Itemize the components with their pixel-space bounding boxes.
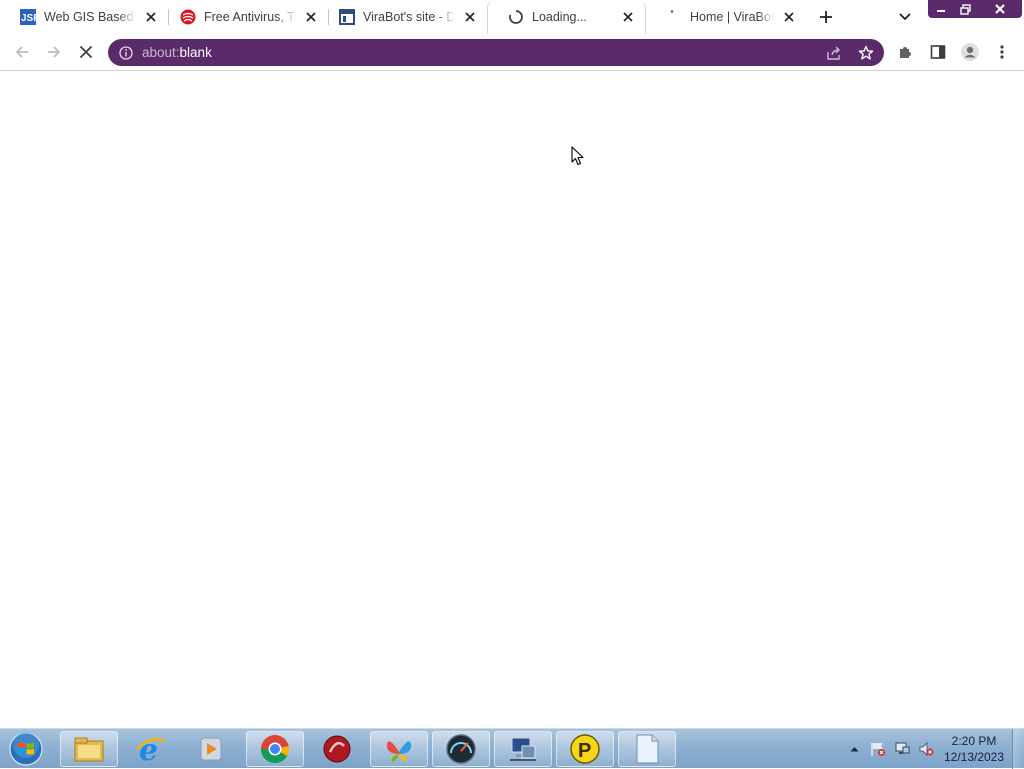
star-icon: [858, 45, 874, 60]
close-tab-icon[interactable]: [780, 8, 798, 26]
red-circle-app-icon: [323, 735, 351, 763]
clock-time: 2:20 PM: [951, 734, 997, 748]
taskbar-internet-explorer[interactable]: e: [122, 731, 180, 767]
show-hidden-icons-button[interactable]: [842, 729, 866, 769]
menu-button[interactable]: [990, 40, 1014, 64]
speedometer-icon: [446, 734, 476, 764]
start-button[interactable]: [6, 730, 46, 768]
minimize-button[interactable]: [928, 0, 953, 18]
chevron-down-icon: [899, 13, 911, 21]
volume-muted-icon: [919, 742, 934, 756]
clock-date: 12/13/2023: [943, 750, 1005, 764]
url-host: blank: [179, 45, 212, 60]
taskbar-file-explorer[interactable]: [60, 731, 118, 767]
arrow-left-icon: [15, 46, 28, 58]
tab-title: Home | ViraBot's s: [690, 10, 774, 24]
close-tab-icon[interactable]: [142, 8, 160, 26]
close-window-button[interactable]: [978, 0, 1022, 18]
trend-micro-icon: [180, 9, 196, 25]
network-icon: [895, 742, 910, 754]
jsf-logo-icon: JSF: [20, 9, 36, 25]
browser-toolbar: about:blank: [0, 34, 1024, 71]
loading-spinner-icon: [508, 9, 524, 25]
side-panel-icon: [930, 45, 946, 59]
tab-free-antivirus[interactable]: Free Antivirus, Tur: [160, 0, 328, 34]
back-button[interactable]: [10, 40, 34, 64]
new-tab-button[interactable]: [815, 6, 837, 28]
page-content[interactable]: [0, 71, 1024, 728]
url-text[interactable]: about:blank: [142, 45, 212, 60]
close-tab-icon[interactable]: [461, 8, 479, 26]
internet-explorer-icon: e: [136, 733, 166, 765]
taskbar-red-circle-app[interactable]: [308, 731, 366, 767]
blank-document-icon: [636, 734, 659, 764]
taskbar-speedometer[interactable]: [432, 731, 490, 767]
window-controls: [928, 0, 1022, 18]
close-icon: [79, 45, 93, 59]
tab-title: Loading...: [532, 10, 587, 24]
side-panel-button[interactable]: [926, 40, 950, 64]
address-bar[interactable]: about:blank: [108, 39, 884, 66]
profile-button[interactable]: [958, 40, 982, 64]
tab-web-gis[interactable]: JSF Web GIS Based O: [0, 0, 168, 34]
tab-strip: JSF Web GIS Based O Free Antivirus, Tur …: [0, 0, 1024, 34]
flag-warning-icon: [871, 743, 885, 756]
site-layout-icon: [339, 9, 355, 25]
taskbar-p-app[interactable]: P: [556, 731, 614, 767]
taskbar-chrome[interactable]: [246, 731, 304, 767]
loading-dot-icon: [666, 9, 682, 25]
tab-loading[interactable]: Loading...: [487, 0, 646, 34]
taskbar-media-player[interactable]: [182, 731, 240, 767]
bookmark-button[interactable]: [856, 43, 876, 63]
puzzle-icon: [900, 47, 911, 58]
svg-text:P: P: [578, 740, 591, 762]
chevron-up-icon: [850, 747, 858, 752]
windows-orb-icon: [9, 732, 43, 766]
tab-title: ViraBot's site - Do: [363, 10, 455, 24]
tab-title: Free Antivirus, Tur: [204, 10, 296, 24]
p-yellow-app-icon: P: [570, 734, 600, 764]
close-tab-icon[interactable]: [302, 8, 320, 26]
stop-loading-button[interactable]: [74, 40, 98, 64]
svg-text:e: e: [139, 733, 158, 765]
tab-home-virabot[interactable]: Home | ViraBot's s: [646, 0, 806, 34]
avatar-icon: [961, 43, 979, 61]
share-button[interactable]: [824, 43, 844, 63]
close-icon: [995, 4, 1005, 14]
chrome-icon: [261, 735, 290, 763]
info-icon[interactable]: [118, 45, 134, 61]
taskbar: e P 2:20 PM 12/13/2023: [0, 728, 1024, 769]
extensions-button[interactable]: [894, 40, 918, 64]
network-tray[interactable]: [890, 729, 914, 769]
volume-tray[interactable]: [914, 729, 938, 769]
svg-text:JSF: JSF: [21, 13, 36, 24]
arrow-right-icon: [48, 46, 61, 58]
taskbar-document[interactable]: [618, 731, 676, 767]
tab-title: Web GIS Based O: [44, 10, 136, 24]
minimize-icon: [936, 10, 945, 12]
close-tab-icon[interactable]: [619, 8, 637, 26]
restore-icon: [960, 3, 971, 15]
msn-butterfly-icon: [386, 741, 412, 762]
file-explorer-icon: [74, 737, 104, 762]
plus-icon: [820, 11, 832, 23]
kebab-menu-icon: [1000, 45, 1004, 59]
taskbar-msn[interactable]: [370, 731, 428, 767]
restore-button[interactable]: [953, 0, 978, 18]
taskbar-network-computer[interactable]: [494, 731, 552, 767]
tab-virabot-site-docs[interactable]: ViraBot's site - Do: [319, 0, 487, 34]
show-desktop-button[interactable]: [1012, 729, 1024, 769]
media-player-icon: [200, 737, 222, 761]
system-clock[interactable]: 2:20 PM 12/13/2023: [940, 733, 1008, 765]
network-computer-icon: [510, 737, 536, 761]
tab-search-button[interactable]: [894, 6, 916, 28]
mouse-cursor-icon: [571, 146, 584, 166]
system-tray: [842, 729, 938, 769]
action-center-tray[interactable]: [866, 729, 890, 769]
url-scheme: about:: [142, 45, 180, 60]
share-icon: [827, 46, 840, 60]
forward-button[interactable]: [42, 40, 66, 64]
